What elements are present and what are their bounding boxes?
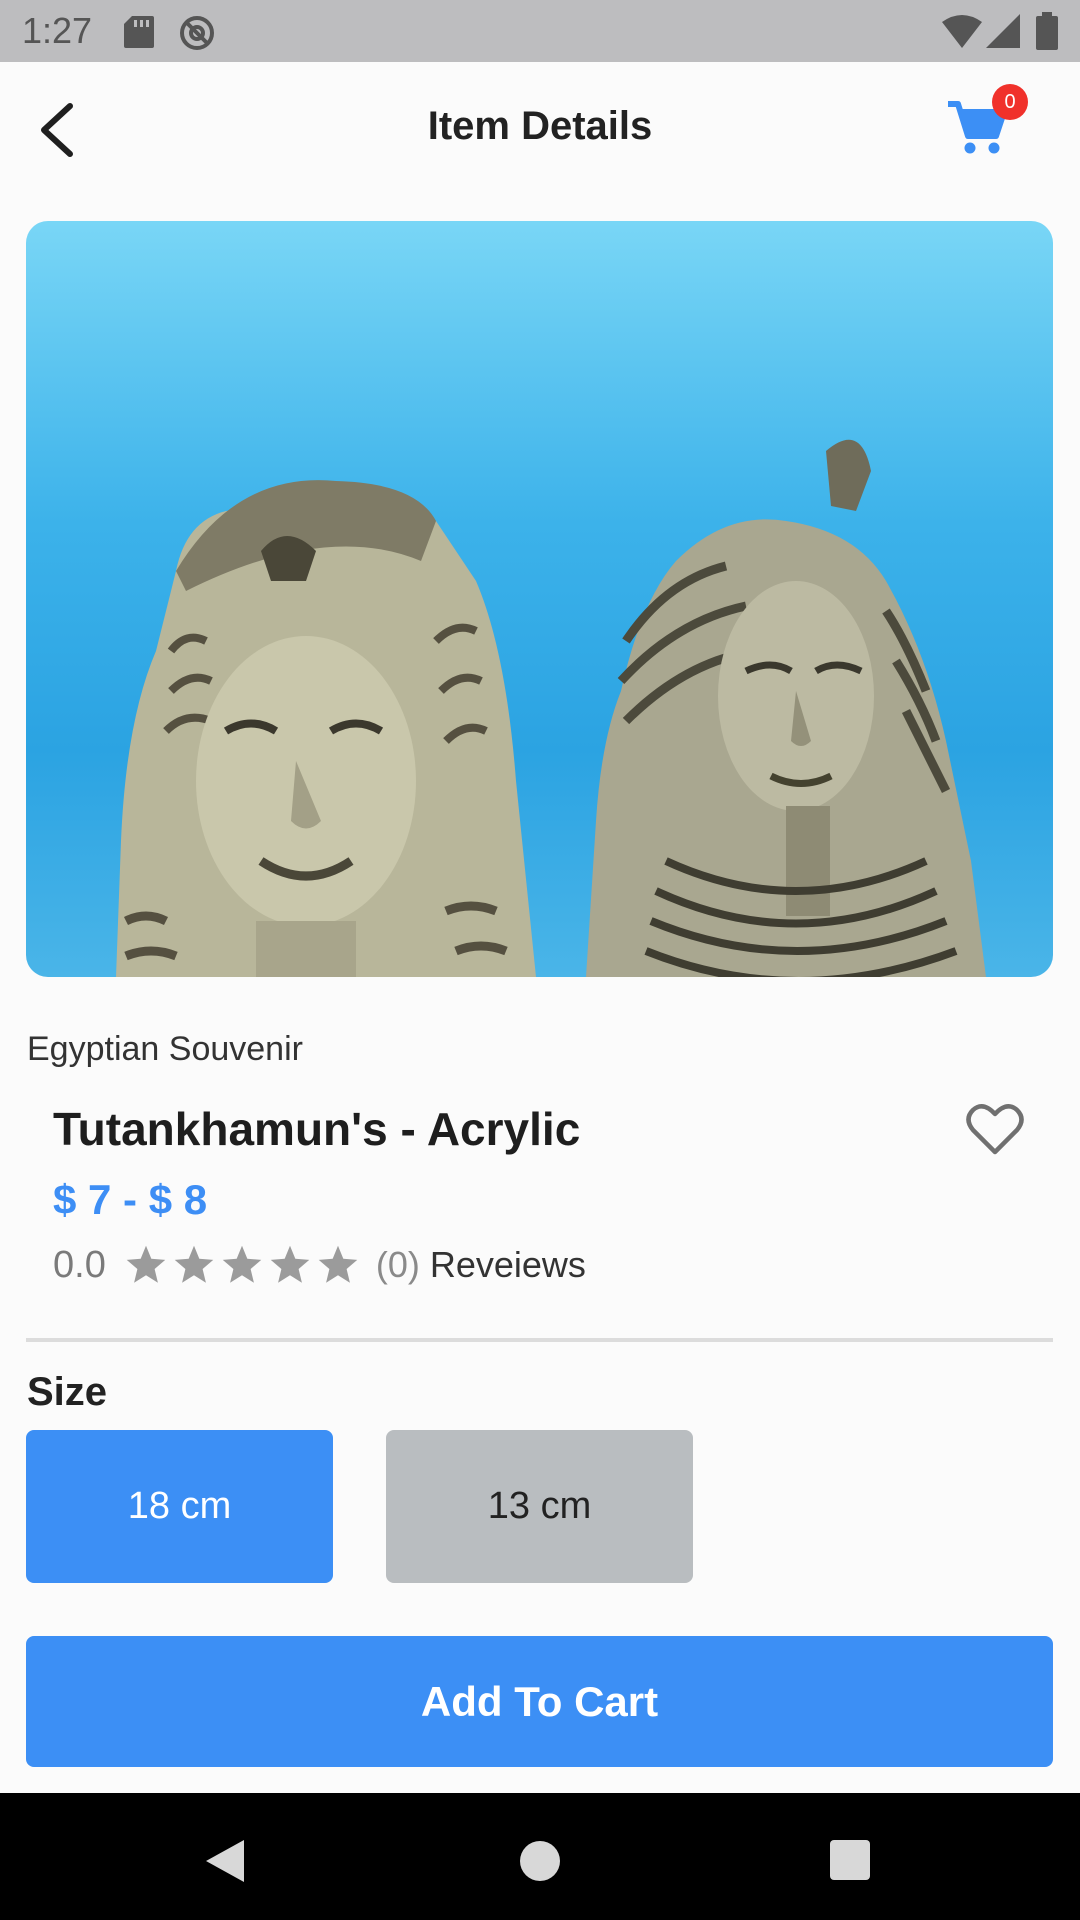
status-bar: 1:27 (0, 0, 1080, 62)
page-title: Item Details (427, 104, 653, 148)
star-icon (222, 1245, 262, 1283)
product-image-carousel[interactable] (26, 221, 1053, 977)
status-time: 1:27 (22, 10, 93, 51)
cart-count-badge: 0 (992, 84, 1028, 120)
divider (26, 1338, 1053, 1342)
right-pharaoh-bust (586, 439, 986, 977)
left-pharaoh-bust (116, 480, 536, 977)
nav-back-icon[interactable] (204, 1838, 246, 1884)
signal-icon (986, 14, 1020, 48)
nav-recents-icon[interactable] (830, 1840, 870, 1880)
star-icon (318, 1245, 358, 1283)
product-category: Egyptian Souvenir (27, 1030, 303, 1068)
item-details-screen: 1:27 Item Details 0 Egyptian Souvenir Tu… (0, 0, 1080, 1920)
product-title: Tutankhamun's - Acrylic (53, 1103, 581, 1155)
rating-value: 0.0 (53, 1243, 106, 1286)
app-bar: Item Details 0 (0, 62, 1080, 192)
sync-icon (180, 16, 214, 50)
rating-stars (124, 1243, 360, 1287)
wifi-icon (942, 15, 982, 48)
star-icon (174, 1245, 214, 1283)
pharaoh-busts-photo (116, 439, 986, 977)
product-price: $ 7 - $ 8 (53, 1176, 208, 1223)
heart-outline-icon[interactable] (966, 1102, 1024, 1156)
review-count: (0) (375, 1244, 420, 1285)
nav-home-icon[interactable] (520, 1841, 560, 1881)
add-to-cart-button[interactable]: Add To Cart (26, 1636, 1053, 1767)
sd-card-icon (124, 16, 154, 48)
rating-row: 0.0 (0) Reveiews (53, 1240, 586, 1290)
reviews-link[interactable]: Reveiews (430, 1244, 586, 1286)
size-heading: Size (27, 1370, 108, 1414)
battery-icon (1036, 12, 1058, 50)
system-nav-bar (0, 1793, 1080, 1920)
size-option-18cm[interactable]: 18 cm (26, 1430, 333, 1583)
star-icon (270, 1245, 310, 1283)
star-icon (126, 1245, 166, 1283)
size-option-13cm[interactable]: 13 cm (386, 1430, 693, 1583)
